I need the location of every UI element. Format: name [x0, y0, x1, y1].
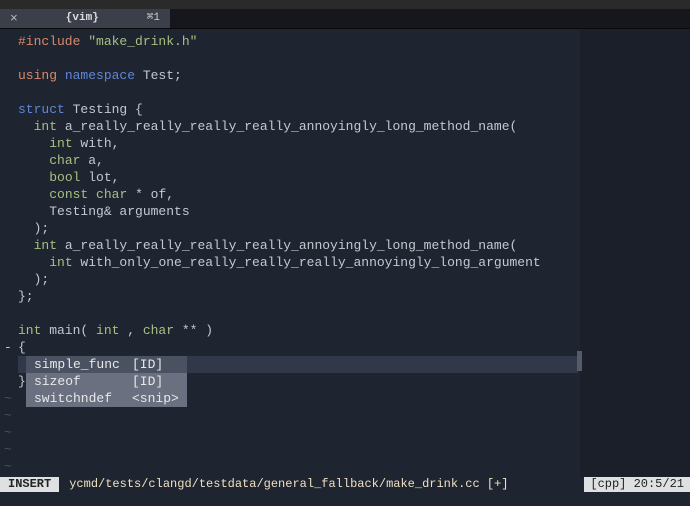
popup-item-kind: [ID] — [132, 356, 163, 373]
code-type: int — [49, 136, 72, 151]
tab-bar: × {vim} ⌘1 — [0, 9, 690, 29]
tab-vim[interactable]: × {vim} ⌘1 — [0, 9, 170, 28]
code-keyword: struct — [18, 102, 65, 117]
code-ident: lot, — [80, 170, 119, 185]
window-titlebar — [0, 0, 690, 9]
code-punct: } — [18, 374, 26, 389]
close-icon[interactable]: × — [10, 10, 18, 27]
code-punct: ); — [18, 272, 49, 287]
command-line[interactable] — [0, 492, 690, 506]
code-type: char — [49, 153, 80, 168]
popup-item[interactable]: switchndef <snip> — [26, 390, 187, 407]
popup-item-name: simple_func — [34, 356, 124, 373]
code-ident: with, — [73, 136, 120, 151]
empty-line: ~ — [0, 458, 690, 475]
code-type: char — [96, 187, 127, 202]
empty-line: ~ — [0, 407, 690, 424]
code-type: bool — [49, 170, 80, 185]
code-punct: { — [18, 340, 26, 355]
code-keyword: namespace — [57, 68, 135, 83]
autocomplete-popup[interactable]: simple_func [ID] sizeof [ID] switchndef … — [26, 356, 187, 407]
fold-marker[interactable]: - — [4, 339, 12, 356]
code-type: char — [143, 323, 174, 338]
empty-line: ~ — [0, 424, 690, 441]
code-type: int — [34, 238, 57, 253]
code-type: int — [96, 323, 119, 338]
code-ident: Test; — [135, 68, 182, 83]
code-type: const — [49, 187, 88, 202]
popup-item[interactable]: simple_func [ID] — [26, 356, 187, 373]
tab-shortcut: ⌘1 — [147, 10, 160, 27]
code-type: int — [49, 255, 72, 270]
status-bar: INSERT ycmd/tests/clangd/testdata/genera… — [0, 477, 690, 492]
code-ident: * of, — [127, 187, 174, 202]
editor-pane[interactable]: #include "make_drink.h" using namespace … — [0, 29, 690, 478]
code-ident: a_really_really_really_really_annoyingly… — [57, 238, 517, 253]
tab-label: {vim} — [66, 10, 99, 27]
code-punct: }; — [18, 289, 34, 304]
code-ident: Testing { — [65, 102, 143, 117]
code-ident: a, — [80, 153, 103, 168]
scrollbar-thumb[interactable] — [577, 351, 582, 371]
popup-item-name: sizeof — [34, 373, 124, 390]
code-type: int — [34, 119, 57, 134]
code-ident: a_really_really_really_really_annoyingly… — [57, 119, 517, 134]
code-string: "make_drink.h" — [80, 34, 197, 49]
popup-item-kind: <snip> — [132, 390, 179, 407]
popup-item-kind: [ID] — [132, 373, 163, 390]
code-punct: ); — [18, 221, 49, 236]
file-path: ycmd/tests/clangd/testdata/general_fallb… — [59, 476, 584, 493]
code-ident: with_only_one_really_really_really_annoy… — [73, 255, 541, 270]
popup-item-name: switchndef — [34, 390, 124, 407]
code-preproc: #include — [18, 34, 80, 49]
position-indicator: [cpp] 20:5/21 — [584, 477, 690, 492]
popup-item[interactable]: sizeof [ID] — [26, 373, 187, 390]
code-keyword: using — [18, 68, 57, 83]
empty-line: ~ — [0, 441, 690, 458]
mode-indicator: INSERT — [0, 477, 59, 492]
code-ident: Testing& arguments — [18, 204, 190, 219]
code-type: int — [18, 323, 41, 338]
